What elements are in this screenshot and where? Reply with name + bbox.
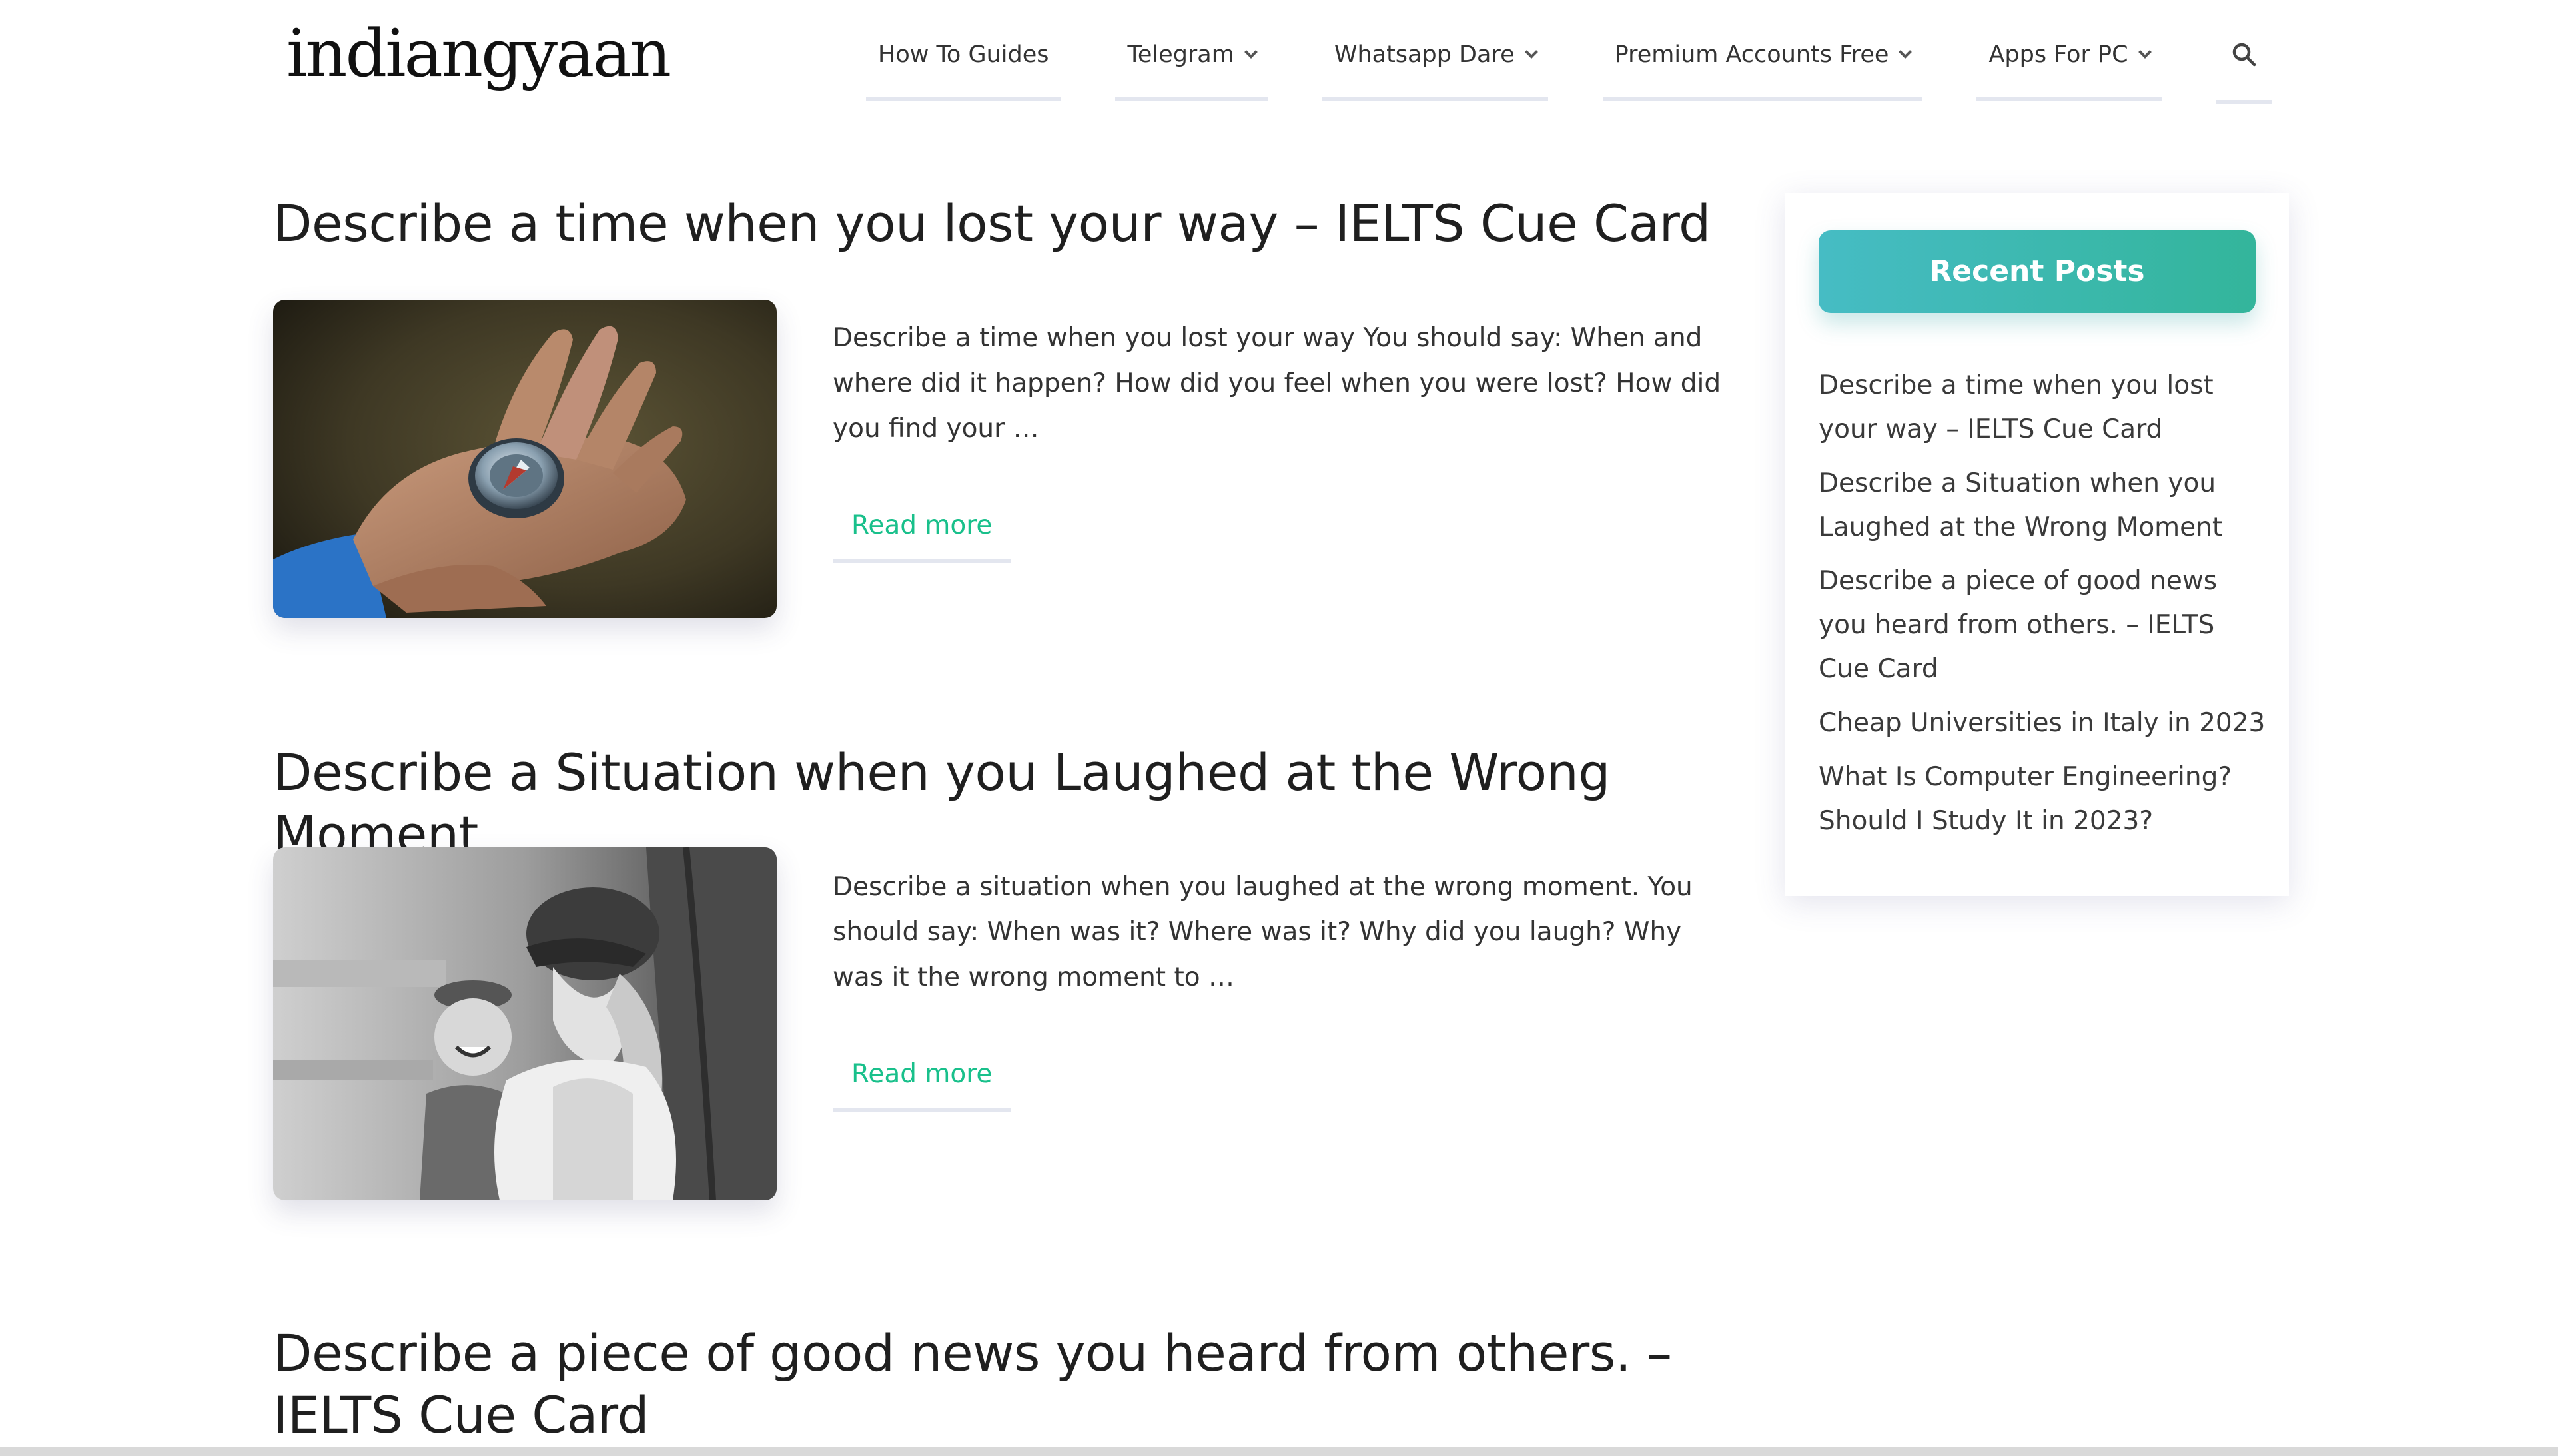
chevron-down-icon: [1899, 45, 1913, 59]
post-title[interactable]: Describe a time when you lost your way –…: [273, 193, 1725, 255]
recent-posts-list: Describe a time when you lost your way –…: [1819, 364, 2272, 853]
search-icon: [2232, 43, 2256, 67]
recent-post-link[interactable]: Cheap Universities in Italy in 2023: [1819, 701, 2272, 745]
nav-item-premium-accounts-free[interactable]: Premium Accounts Free: [1602, 41, 1922, 101]
post-card: Describe a time when you lost your way –…: [273, 193, 1725, 618]
read-more-link[interactable]: Read more: [833, 510, 1011, 563]
nav-item-label: How To Guides: [878, 41, 1049, 68]
post-excerpt: Describe a time when you lost your way Y…: [833, 323, 1721, 444]
sidebar-recent-posts-widget: Recent Posts Describe a time when you lo…: [1785, 193, 2289, 896]
recent-post-link[interactable]: Describe a Situation when you Laughed at…: [1819, 462, 2272, 549]
nav-item-label: Whatsapp Dare: [1334, 41, 1515, 68]
recent-post-link[interactable]: Describe a time when you lost your way –…: [1819, 364, 2272, 452]
chevron-down-icon: [1524, 45, 1538, 59]
hand-holding-compass-photo: [273, 300, 777, 618]
recent-post-link[interactable]: Describe a piece of good news you heard …: [1819, 559, 2272, 691]
chevron-down-icon: [2138, 45, 2152, 59]
search-button[interactable]: [2216, 41, 2272, 104]
page-bottom-divider: [0, 1447, 2558, 1456]
post-excerpt: Describe a situation when you laughed at…: [833, 872, 1693, 992]
nav-item-whatsapp-dare[interactable]: Whatsapp Dare: [1322, 41, 1548, 101]
post-thumbnail[interactable]: [273, 847, 777, 1200]
post-card: Describe a Situation when you Laughed at…: [273, 742, 1725, 1200]
nav-item-apps-for-pc[interactable]: Apps For PC: [1976, 41, 2162, 101]
site-header: indiangyaan How To Guides Telegram Whats…: [0, 0, 2558, 133]
nav-item-label: Apps For PC: [1988, 41, 2128, 68]
recent-post-link[interactable]: What Is Computer Engineering? Should I S…: [1819, 755, 2272, 843]
main-nav: How To Guides Telegram Whatsapp Dare Pre…: [866, 41, 2272, 104]
post-title[interactable]: Describe a piece of good news you heard …: [273, 1323, 1705, 1446]
nav-item-how-to-guides[interactable]: How To Guides: [866, 41, 1061, 101]
two-girls-laughing-photo: [273, 847, 777, 1200]
nav-item-label: Telegram: [1127, 41, 1234, 68]
nav-item-telegram[interactable]: Telegram: [1115, 41, 1268, 101]
chevron-down-icon: [1244, 45, 1258, 59]
widget-title: Recent Posts: [1819, 230, 2256, 313]
nav-item-label: Premium Accounts Free: [1614, 41, 1889, 68]
site-logo[interactable]: indiangyaan: [286, 21, 671, 87]
post-card: Describe a piece of good news you heard …: [273, 1323, 1725, 1446]
post-thumbnail[interactable]: [273, 300, 777, 618]
read-more-link[interactable]: Read more: [833, 1059, 1011, 1112]
